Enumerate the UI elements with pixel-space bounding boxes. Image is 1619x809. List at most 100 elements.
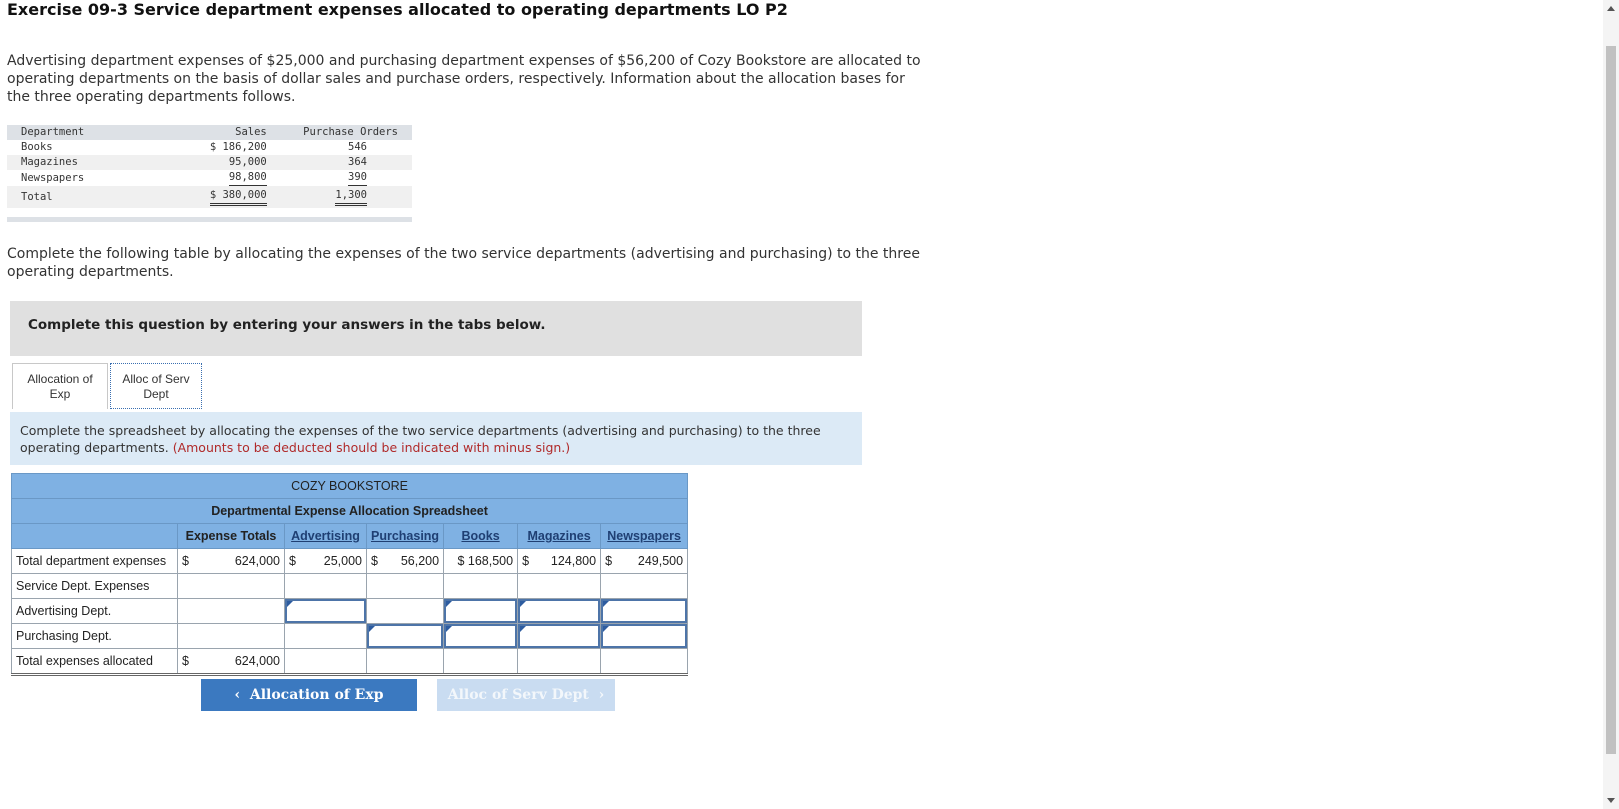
- cell-empty: [443, 648, 519, 675]
- cell-empty: [443, 573, 519, 599]
- currency-symbol: $: [371, 554, 378, 568]
- header-blank: [11, 523, 178, 549]
- cell-value: 249,500: [637, 554, 684, 568]
- cell-empty: [284, 648, 367, 675]
- row-label: Total department expenses: [11, 548, 178, 574]
- purchasing-magazines-input[interactable]: [517, 623, 602, 649]
- tab-label: Exp: [49, 387, 71, 401]
- table-row: Advertising Dept.: [11, 598, 689, 624]
- cell-empty: [284, 623, 367, 649]
- sales-value: 95,000: [154, 155, 281, 170]
- scroll-down-icon[interactable]: [1607, 798, 1615, 803]
- purchasing-newspapers-input[interactable]: [600, 623, 689, 649]
- tab-label: Allocation of: [27, 372, 93, 386]
- advertising-advertising-input[interactable]: [284, 598, 367, 624]
- currency-symbol: $: [522, 554, 530, 568]
- advertising-newspapers-input[interactable]: [600, 598, 689, 624]
- cell-empty: [177, 623, 285, 649]
- table-header-row: Department Sales Purchase Orders: [7, 125, 412, 140]
- header-sales: Sales: [154, 125, 281, 140]
- header-purchasing: Purchasing: [371, 529, 440, 543]
- purchasing-purchasing-input[interactable]: [365, 623, 445, 649]
- expense-allocation-spreadsheet: COZY BOOKSTORE Departmental Expense Allo…: [10, 473, 689, 676]
- total-label: Total: [7, 186, 155, 208]
- table-footer-bar: [7, 217, 412, 222]
- purchasing-books-input[interactable]: [443, 623, 519, 649]
- header-magazines: Magazines: [527, 529, 591, 543]
- cell-empty: [284, 573, 367, 599]
- cell-value: 624,000: [234, 554, 280, 568]
- tab-label: Dept: [143, 387, 169, 401]
- cell-empty: [365, 648, 445, 675]
- prev-button-label: Allocation of Exp: [249, 687, 384, 703]
- header-advertising: Advertising: [291, 529, 360, 543]
- row-label: Advertising Dept.: [11, 598, 178, 624]
- cell-empty: [517, 573, 602, 599]
- vertical-scrollbar[interactable]: [1603, 0, 1619, 809]
- dept-name: Books: [21, 141, 53, 153]
- total-sales: $ 380,000: [209, 188, 267, 206]
- table-row: Books $ 186,200 546: [7, 140, 412, 155]
- currency-symbol: $: [182, 654, 189, 668]
- sheet-header-row: Expense Totals Advertising Purchasing Bo…: [11, 523, 689, 549]
- advertising-books-input[interactable]: [443, 598, 519, 624]
- cell-value: 624,000: [234, 654, 280, 668]
- dept-name: Magazines: [7, 155, 155, 170]
- advertising-magazines-input[interactable]: [517, 598, 602, 624]
- cell-empty: [365, 598, 445, 624]
- cell-empty: [177, 598, 285, 624]
- next-button-label: Alloc of Serv Dept: [447, 687, 589, 703]
- cell-empty: [517, 648, 602, 675]
- header-books: Books: [461, 529, 500, 543]
- po-value: 364: [280, 155, 412, 170]
- tab-alloc-of-serv-dept[interactable]: Alloc of Serv Dept: [110, 363, 202, 409]
- currency-symbol: $: [605, 554, 613, 568]
- sheet-subtitle: Departmental Expense Allocation Spreadsh…: [10, 498, 689, 524]
- question-banner-text: Complete this question by entering your …: [28, 317, 546, 333]
- table-row: Service Dept. Expenses: [11, 573, 689, 599]
- scrollbar-thumb[interactable]: [1606, 46, 1616, 754]
- cell-empty: [365, 573, 445, 599]
- table-total-row: Total $ 380,000 1,300: [7, 186, 412, 208]
- tab-label: Alloc of Serv: [122, 372, 190, 386]
- table-row: Newspapers 98,800 390: [7, 170, 412, 186]
- sheet-company-row: COZY BOOKSTORE: [10, 473, 689, 499]
- po-value: 546: [348, 141, 367, 153]
- cell-value: 25,000: [323, 554, 362, 568]
- table-total-row: Total expenses allocated $624,000: [11, 648, 689, 675]
- row-label: Service Dept. Expenses: [11, 573, 178, 599]
- chevron-left-icon: ‹: [234, 687, 241, 703]
- sheet-subtitle-row: Departmental Expense Allocation Spreadsh…: [10, 498, 689, 524]
- instructions-warning: (Amounts to be deducted should be indica…: [172, 440, 571, 455]
- table-row: Purchasing Dept.: [11, 623, 689, 649]
- cell-empty: [600, 648, 689, 675]
- header-department: Department: [7, 125, 155, 140]
- total-po: 1,300: [335, 188, 367, 206]
- cell-value: $ 168,500: [443, 548, 519, 574]
- dept-name: Newspapers: [21, 171, 85, 184]
- next-tab-button[interactable]: Alloc of Serv Dept ›: [437, 679, 615, 711]
- scroll-up-icon[interactable]: [1607, 6, 1615, 11]
- header-expense-totals: Expense Totals: [177, 523, 285, 549]
- task-text: Complete the following table by allocati…: [7, 246, 920, 280]
- question-banner: Complete this question by entering your …: [10, 301, 862, 356]
- table-row: Total department expenses $624,000 $25,0…: [11, 548, 689, 574]
- page-title: Exercise 09-3 Service department expense…: [7, 0, 788, 19]
- sales-value: 98,800: [228, 170, 267, 186]
- company-name: COZY BOOKSTORE: [10, 473, 689, 499]
- cell-empty: [600, 573, 689, 599]
- po-value: 390: [348, 170, 367, 186]
- header-purchase-orders: Purchase Orders: [280, 125, 412, 140]
- currency-symbol: $: [182, 554, 189, 568]
- intro-text: Advertising department expenses of $25,0…: [7, 53, 921, 105]
- cell-value: 124,800: [550, 554, 597, 568]
- tab-allocation-of-exp[interactable]: Allocation of Exp: [12, 363, 108, 409]
- currency-symbol: $: [289, 554, 296, 568]
- chevron-right-icon: ›: [598, 687, 605, 703]
- table-row: Magazines 95,000 364: [7, 155, 412, 170]
- cell-empty: [177, 573, 285, 599]
- sales-value: $ 186,200: [209, 141, 267, 153]
- allocation-basis-table: Department Sales Purchase Orders Books $…: [7, 125, 412, 208]
- prev-tab-button[interactable]: ‹ Allocation of Exp: [201, 679, 417, 711]
- instructions-panel: Complete the spreadsheet by allocating t…: [10, 412, 862, 465]
